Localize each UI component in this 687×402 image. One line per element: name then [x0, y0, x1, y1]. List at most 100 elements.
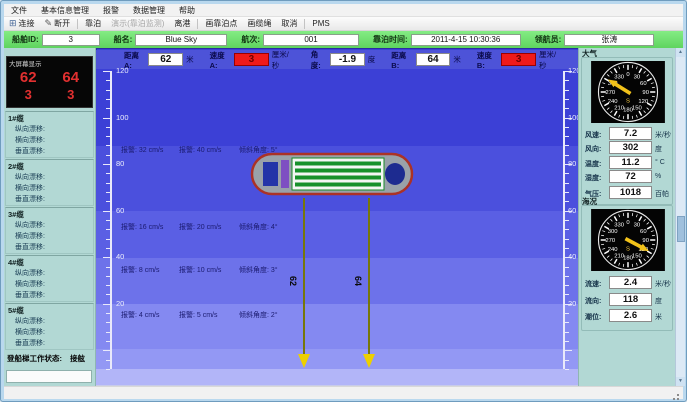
svg-text:300: 300: [608, 229, 619, 235]
mooring-anchor-arrow-icon: [363, 354, 375, 368]
drift-longitudinal-label: 纵向漂移:: [6, 316, 93, 327]
weather-panel: 0306090120150180210240270300330S 风速: 7.2…: [581, 57, 673, 205]
right-panel: 大气 0306090120150180210240270300330S 风速: …: [578, 48, 675, 386]
display-distance-b: 64: [62, 70, 79, 85]
speed-b-label: 速度B:: [477, 50, 498, 70]
left-panel: 大屏幕显示 62 64 3 3 1#缆 纵向漂移: 横向漂移: 垂直漂移: 2#…: [4, 48, 96, 386]
wind-direction-unit: 度: [655, 144, 662, 154]
app-window: 文件 基本信息管理 报警 数据管理 帮助 ⊞连接 ✎断开 靠泊 演示(靠泊监测)…: [0, 0, 687, 402]
wind-speed-label: 风速:: [585, 130, 601, 140]
status-bar: [4, 386, 683, 399]
distance-b-unit: 米: [453, 54, 461, 65]
big-display-title: 大屏幕显示: [7, 57, 92, 68]
temperature-value: 11.2: [609, 156, 652, 169]
draw-cables-button[interactable]: 画缆绳: [242, 18, 276, 30]
svg-text:210: 210: [614, 253, 625, 259]
resize-grip-icon[interactable]: [677, 394, 679, 396]
ship-graphic: [249, 147, 416, 199]
disconnect-label: 断开: [54, 18, 70, 29]
mooring-distance-a: 62: [288, 276, 298, 286]
speed-a-value-alarm: 3: [234, 53, 269, 66]
draw-berth-points-button[interactable]: 画靠泊点: [200, 18, 242, 30]
svg-text:330: 330: [614, 75, 625, 81]
cable-group-name: 2#缆: [6, 160, 93, 172]
voyage-field[interactable]: 001: [263, 34, 359, 46]
svg-text:180: 180: [623, 256, 634, 262]
big-screen-display: 大屏幕显示 62 64 3 3: [6, 56, 93, 108]
tilt-angle: 倾斜角度: 4°: [239, 222, 278, 232]
cable-group-2: 2#缆 纵向漂移: 横向漂移: 垂直漂移:: [5, 159, 94, 206]
ruler-label: 20: [568, 299, 576, 308]
cable-group-name: 4#缆: [6, 256, 93, 268]
wind-direction-gauge: 0306090120150180210240270300330S: [591, 61, 665, 123]
wind-direction-value: 302: [609, 141, 652, 154]
current-speed-label: 流速:: [585, 279, 601, 289]
ship-info-bar: 船舶ID: 3 船名: Blue Sky 航次: 001 靠泊时间: 2011-…: [4, 31, 683, 48]
connect-icon: ⊞: [9, 19, 17, 28]
alarm-a: 报警: 8 cm/s: [121, 265, 179, 275]
berth-button[interactable]: 靠泊: [80, 18, 106, 30]
cable-group-1: 1#缆 纵向漂移: 横向漂移: 垂直漂移:: [5, 111, 94, 158]
disconnect-button[interactable]: ✎断开: [40, 18, 76, 30]
menu-data[interactable]: 数据管理: [126, 5, 172, 16]
distance-a-value: 62: [148, 53, 183, 66]
menu-file[interactable]: 文件: [4, 5, 34, 16]
ruler-label: 60: [568, 206, 576, 215]
svg-text:270: 270: [605, 90, 616, 96]
alarm-b: 报警: 5 cm/s: [179, 310, 239, 320]
connect-button[interactable]: ⊞连接: [4, 18, 40, 30]
cancel-button[interactable]: 取消: [276, 18, 302, 30]
svg-text:60: 60: [640, 229, 647, 235]
wind-speed-unit: 米/秒: [655, 130, 671, 140]
ruler-label: 20: [116, 299, 124, 308]
display-speed-a: 3: [25, 88, 32, 101]
svg-text:30: 30: [634, 75, 641, 81]
svg-text:30: 30: [634, 223, 641, 229]
menu-help[interactable]: 帮助: [172, 5, 202, 16]
cable-group-name: 5#缆: [6, 304, 93, 316]
svg-text:330: 330: [614, 223, 625, 229]
pilot-field[interactable]: 张涛: [564, 34, 654, 46]
ship-name-field[interactable]: Blue Sky: [135, 34, 227, 46]
mooring-distance-b: 64: [353, 276, 363, 286]
current-direction-unit: 度: [655, 296, 662, 306]
speed-b-unit: 厘米/秒: [539, 49, 562, 71]
angle-value: -1.9: [330, 53, 365, 66]
svg-text:90: 90: [642, 90, 649, 96]
toolbar-separator: [77, 19, 78, 29]
current-speed-value: 2.4: [609, 276, 652, 289]
speed-a-unit: 厘米/秒: [272, 49, 295, 71]
alarm-b: 报警: 40 cm/s: [179, 145, 239, 155]
alarm-a: 报警: 16 cm/s: [121, 222, 179, 232]
svg-text:S: S: [626, 246, 630, 252]
sea-panel: 0306090120150180210240270300330S 流速: 2.4…: [581, 205, 673, 331]
scrollbar-thumb[interactable]: [677, 216, 685, 242]
tide-level-label: 潮位:: [585, 312, 601, 322]
current-direction-label: 流向:: [585, 296, 601, 306]
pms-button[interactable]: PMS: [307, 18, 334, 30]
ruler-label: 80: [568, 159, 576, 168]
menu-basic-info[interactable]: 基本信息管理: [34, 5, 96, 16]
cable-group-name: 3#缆: [6, 208, 93, 220]
mooring-anchor-arrow-icon: [298, 354, 310, 368]
cable-group-3: 3#缆 纵向漂移: 横向漂移: 垂直漂移:: [5, 207, 94, 254]
speed-a-label: 速度A:: [210, 50, 231, 70]
depart-button[interactable]: 离港: [169, 18, 195, 30]
scroll-up-icon[interactable]: ▲: [676, 48, 685, 57]
svg-text:180: 180: [623, 108, 634, 114]
toolbar-separator: [197, 19, 198, 29]
berth-time-field[interactable]: 2011-4-15 10:30:36: [411, 34, 521, 46]
vertical-scrollbar[interactable]: ▲ ▼: [675, 48, 685, 386]
scroll-down-icon[interactable]: ▼: [676, 377, 685, 386]
connect-label: 连接: [19, 18, 35, 29]
ruler-label: 60: [116, 206, 124, 215]
cable-group-5: 5#缆 纵向漂移: 横向漂移: 垂直漂移:: [5, 303, 94, 350]
menu-alarm[interactable]: 报警: [96, 5, 126, 16]
cable-group-name: 1#缆: [6, 112, 93, 124]
menu-bar: 文件 基本信息管理 报警 数据管理 帮助: [4, 4, 683, 17]
ship-name-label: 船名:: [114, 34, 133, 45]
ship-id-field[interactable]: 3: [42, 34, 100, 46]
wind-direction-label: 风向:: [585, 144, 601, 154]
ruler-label: 40: [568, 252, 576, 261]
drift-longitudinal-label: 纵向漂移:: [6, 220, 93, 231]
